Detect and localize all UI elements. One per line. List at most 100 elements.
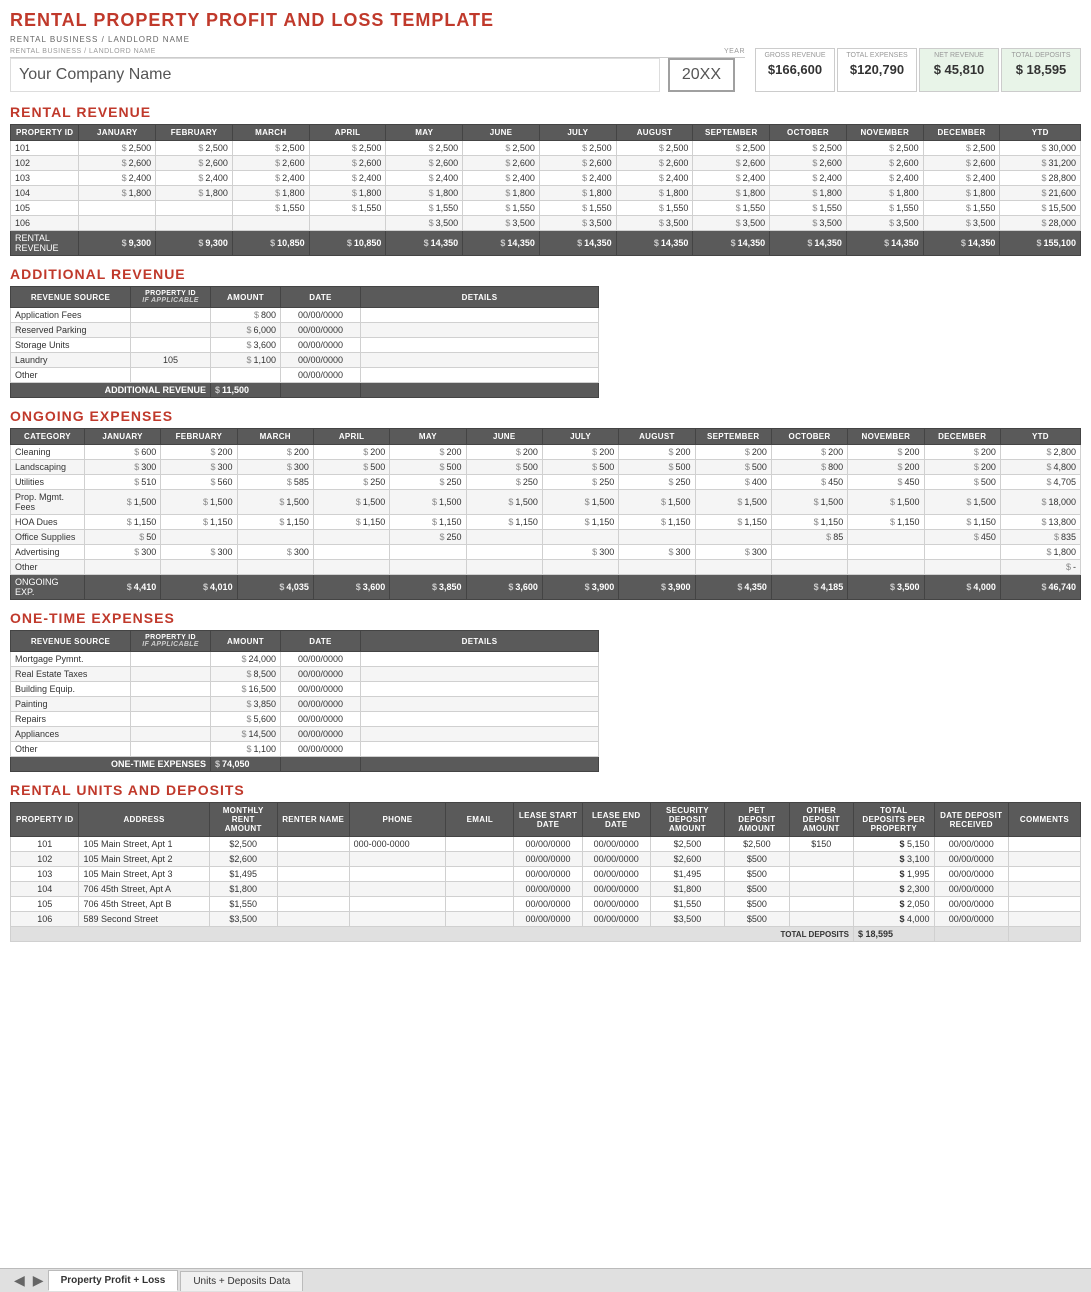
th-dep-email: EMAIL (446, 803, 514, 837)
oe-total-oct: $4,185 (771, 575, 847, 600)
ot-date-2: 00/00/0000 (281, 682, 361, 697)
dep-total-3: $ 2,300 (854, 882, 935, 897)
rr-jun-1: $2,600 (463, 156, 540, 171)
dep-ddr-5: 00/00/0000 (934, 912, 1008, 927)
ar-amount-4 (211, 368, 281, 383)
rr-apr-3: $1,800 (309, 186, 386, 201)
rr-propid-3: 104 (11, 186, 79, 201)
dep-phone-3 (349, 882, 446, 897)
ot-date-0: 00/00/0000 (281, 652, 361, 667)
rr-jan-0: $2,500 (79, 141, 156, 156)
rr-sep-5: $3,500 (693, 216, 770, 231)
th-oe-jan: JANUARY (84, 429, 160, 445)
oe-dec-5: $450 (924, 530, 1000, 545)
dep-phone-4 (349, 897, 446, 912)
one-time-total-amount: $74,050 (211, 757, 281, 772)
dep-total-5: $ 4,000 (854, 912, 935, 927)
ot-date-3: 00/00/0000 (281, 697, 361, 712)
oe-jul-1: $500 (542, 460, 618, 475)
rr-jun-3: $1,800 (463, 186, 540, 201)
oe-sep-3: $1,500 (695, 490, 771, 515)
ot-amount-1: $8,500 (211, 667, 281, 682)
oe-jun-1: $500 (466, 460, 542, 475)
th-dep-rent: MONTHLY RENT AMOUNT (209, 803, 277, 837)
oe-nov-0: $200 (848, 445, 924, 460)
tab-property-profit-loss[interactable]: Property Profit + Loss (48, 1270, 179, 1291)
ar-date-2: 00/00/0000 (281, 338, 361, 353)
main-title: RENTAL PROPERTY PROFIT AND LOSS TEMPLATE (10, 10, 1081, 31)
oe-ytd-0: $2,800 (1000, 445, 1080, 460)
dep-ddr-2: 00/00/0000 (934, 867, 1008, 882)
rr-feb-3: $1,800 (156, 186, 233, 201)
rr-jul-5: $3,500 (539, 216, 616, 231)
additional-revenue-total-label: ADDITIONAL REVENUE (11, 383, 211, 398)
rr-total-may: $14,350 (386, 231, 463, 256)
th-sep: SEPTEMBER (693, 125, 770, 141)
one-time-expenses-title: ONE-TIME EXPENSES (10, 610, 1081, 626)
rr-jun-5: $3,500 (463, 216, 540, 231)
rr-sep-0: $2,500 (693, 141, 770, 156)
dep-addr-0: 105 Main Street, Apt 1 (79, 837, 209, 852)
rr-total-nov: $14,350 (846, 231, 923, 256)
oe-nov-1: $200 (848, 460, 924, 475)
oe-total-mar: $4,035 (237, 575, 313, 600)
th-dep-other: OTHER DEPOSIT AMOUNT (789, 803, 853, 837)
oe-cat-5: Office Supplies (11, 530, 85, 545)
oe-nov-3: $1,500 (848, 490, 924, 515)
th-mar: MARCH (232, 125, 309, 141)
oe-oct-4: $1,150 (771, 515, 847, 530)
ot-propid-6 (131, 742, 211, 757)
dep-total-0: $ 5,150 (854, 837, 935, 852)
rr-total-dec: $14,350 (923, 231, 1000, 256)
th-ot-details: DETAILS (361, 631, 599, 652)
dep-le-5: 00/00/0000 (582, 912, 650, 927)
dep-email-2 (446, 867, 514, 882)
tab-next-btn[interactable]: ▶ (29, 1272, 48, 1289)
tab-prev-btn[interactable]: ◀ (10, 1272, 29, 1289)
oe-ytd-7: $- (1000, 560, 1080, 575)
ar-details-2 (361, 338, 599, 353)
th-details: DETAILS (361, 287, 599, 308)
oe-dec-0: $200 (924, 445, 1000, 460)
total-deposits-label: TOTAL DEPOSITS (1008, 52, 1074, 60)
ot-propid-5 (131, 727, 211, 742)
rr-feb-1: $2,600 (156, 156, 233, 171)
oe-jan-5: $50 (84, 530, 160, 545)
rr-apr-0: $2,500 (309, 141, 386, 156)
dep-rent-3: $1,800 (209, 882, 277, 897)
oe-oct-0: $200 (771, 445, 847, 460)
th-ot-date: DATE (281, 631, 361, 652)
tab-units-deposits[interactable]: Units + Deposits Data (180, 1271, 303, 1291)
oe-apr-1: $500 (313, 460, 389, 475)
rr-total-ytd: $155,100 (1000, 231, 1081, 256)
rr-oct-1: $2,600 (770, 156, 847, 171)
th-ytd: YTD (1000, 125, 1081, 141)
oe-feb-3: $1,500 (161, 490, 237, 515)
th-cat: CATEGORY (11, 429, 85, 445)
rr-feb-2: $2,400 (156, 171, 233, 186)
dep-id-4: 105 (11, 897, 79, 912)
rr-may-0: $2,500 (386, 141, 463, 156)
oe-nov-2: $450 (848, 475, 924, 490)
ot-propid-0 (131, 652, 211, 667)
th-propid: PROPERTY ID (11, 125, 79, 141)
dep-ls-4: 00/00/0000 (514, 897, 582, 912)
rr-may-2: $2,400 (386, 171, 463, 186)
ar-source-2: Storage Units (11, 338, 131, 353)
dep-pet-3: $500 (725, 882, 789, 897)
ar-propid-2 (131, 338, 211, 353)
oe-dec-2: $500 (924, 475, 1000, 490)
rr-total-feb: $9,300 (156, 231, 233, 256)
rr-dec-3: $1,800 (923, 186, 1000, 201)
ar-date-3: 00/00/0000 (281, 353, 361, 368)
dep-le-4: 00/00/0000 (582, 897, 650, 912)
th-dep-sec: SECURITY DEPOSIT AMOUNT (650, 803, 724, 837)
rr-total-mar: $10,850 (232, 231, 309, 256)
oe-cat-3: Prop. Mgmt. Fees (11, 490, 85, 515)
oe-dec-1: $200 (924, 460, 1000, 475)
oe-cat-1: Landscaping (11, 460, 85, 475)
one-time-total-label: ONE-TIME EXPENSES (11, 757, 211, 772)
dep-comments-2 (1008, 867, 1080, 882)
dep-renter-4 (277, 897, 349, 912)
rr-propid-5: 106 (11, 216, 79, 231)
